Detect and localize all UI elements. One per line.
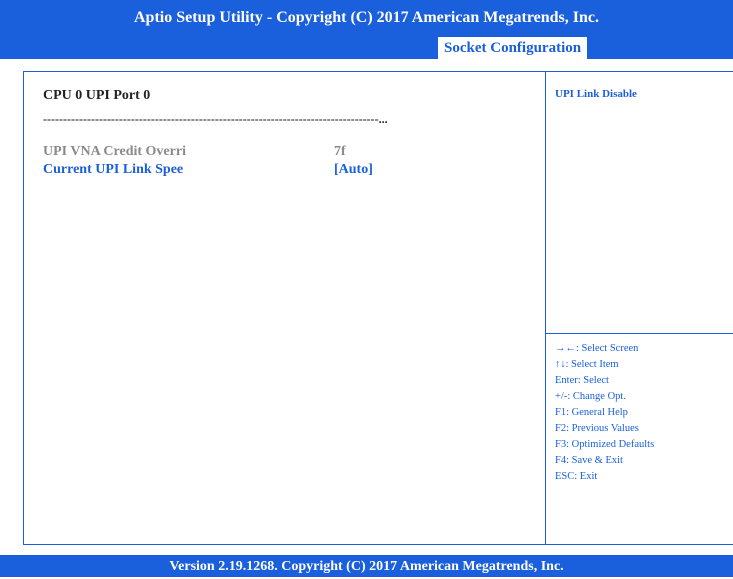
setting-value[interactable]: [No] bbox=[334, 122, 360, 138]
vertical-divider bbox=[545, 71, 546, 545]
setting-value: 7f bbox=[334, 144, 346, 159]
setting-label: UPI VNA Credit Overri bbox=[43, 144, 186, 159]
help-divider bbox=[546, 333, 733, 334]
key-select-item: ↑↓: Select Item bbox=[555, 359, 619, 370]
key-optimized-defaults: F3: Optimized Defaults bbox=[555, 439, 655, 450]
key-general-help: F1: General Help bbox=[555, 407, 628, 418]
key-enter-select: Enter: Select bbox=[555, 375, 609, 386]
tab-bar: Socket Configuration bbox=[0, 35, 733, 59]
setting-upi-vna-credit-override: UPI VNA Credit Overri 7f bbox=[43, 144, 523, 162]
key-previous-values: F2: Previous Values bbox=[555, 423, 639, 434]
key-change-option: +/-: Change Opt. bbox=[555, 391, 626, 402]
setting-label: Link Disable bbox=[43, 122, 120, 137]
key-select-screen: →←: Select Screen bbox=[555, 343, 639, 354]
key-save-exit: F4: Save & Exit bbox=[555, 455, 623, 466]
help-title: UPI Link Disable bbox=[555, 88, 637, 100]
title-bar: Aptio Setup Utility - Copyright (C) 2017… bbox=[0, 0, 733, 35]
key-exit: ESC: Exit bbox=[555, 471, 598, 482]
key-legend: →←: Select Screen ↑↓: Select Item Enter:… bbox=[555, 341, 654, 485]
setting-value[interactable]: [Auto] bbox=[334, 162, 373, 178]
setting-link-disable[interactable]: Link Disable [No] bbox=[43, 122, 523, 140]
section-title: CPU 0 UPI Port 0 bbox=[43, 88, 151, 103]
tab-socket-configuration[interactable]: Socket Configuration bbox=[438, 37, 588, 59]
setting-current-upi-link-speed[interactable]: Current UPI Link Spee [Auto] bbox=[43, 162, 523, 180]
footer-version: Version 2.19.1268. Copyright (C) 2017 Am… bbox=[0, 555, 733, 577]
setting-label: Current UPI Link Spee bbox=[43, 162, 184, 177]
